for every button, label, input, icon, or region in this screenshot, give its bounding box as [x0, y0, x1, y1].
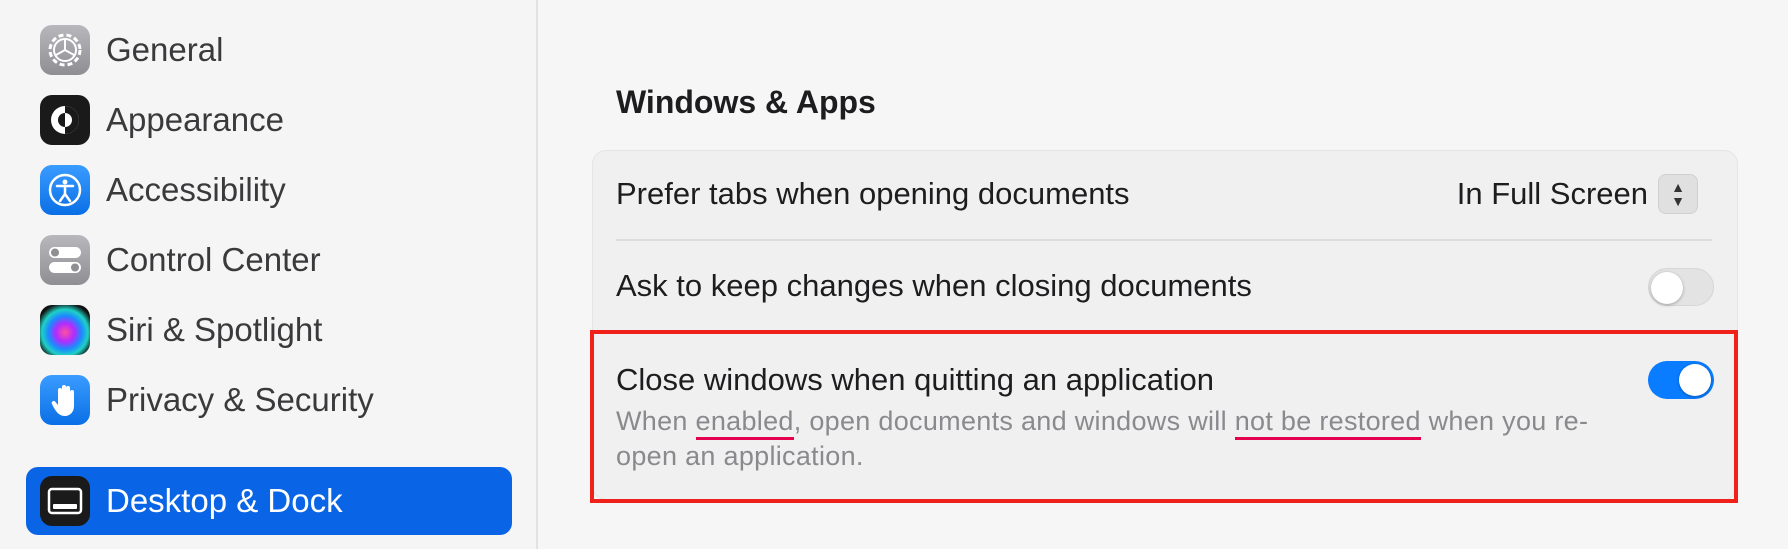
sidebar-item-label: Desktop & Dock: [106, 482, 343, 519]
accessibility-icon: [40, 165, 90, 215]
dock-icon: [40, 476, 90, 526]
up-down-chevron-icon: ▲ ▼: [1658, 174, 1698, 214]
sidebar-item-label: Privacy & Security: [106, 381, 374, 418]
ask-keep-changes-label: Ask to keep changes when closing documen…: [616, 268, 1252, 303]
appearance-icon: [40, 95, 90, 145]
sidebar-item-label: Siri & Spotlight: [106, 311, 323, 348]
gear-icon: [40, 25, 90, 75]
sidebar: General Appearance Accessibility Control…: [0, 0, 538, 549]
prefer-tabs-value: In Full Screen: [1456, 176, 1648, 211]
sidebar-item-privacy-security[interactable]: Privacy & Security: [26, 366, 512, 434]
prefer-tabs-popup[interactable]: In Full Screen ▲ ▼: [1457, 172, 1698, 216]
sidebar-item-siri-spotlight[interactable]: Siri & Spotlight: [26, 296, 512, 364]
divider: [616, 239, 1712, 241]
sidebar-item-label: Appearance: [106, 101, 284, 138]
sidebar-item-label: General: [106, 31, 224, 68]
sidebar-item-control-center[interactable]: Control Center: [26, 226, 512, 294]
prefer-tabs-label: Prefer tabs when opening documents: [616, 176, 1130, 211]
sidebar-item-label: Accessibility: [106, 171, 286, 208]
sidebar-item-accessibility[interactable]: Accessibility: [26, 156, 512, 224]
control-center-icon: [40, 235, 90, 285]
ask-keep-changes-toggle[interactable]: [1648, 268, 1714, 306]
highlight-box: [590, 330, 1738, 503]
sidebar-item-label: Control Center: [106, 241, 321, 278]
sidebar-item-appearance[interactable]: Appearance: [26, 86, 512, 154]
sidebar-item-general[interactable]: General: [26, 16, 512, 84]
sidebar-item-desktop-dock[interactable]: Desktop & Dock: [26, 467, 512, 535]
hand-icon: [40, 375, 90, 425]
siri-icon: [40, 305, 90, 355]
section-title: Windows & Apps: [616, 84, 876, 120]
toggle-knob: [1651, 272, 1683, 304]
